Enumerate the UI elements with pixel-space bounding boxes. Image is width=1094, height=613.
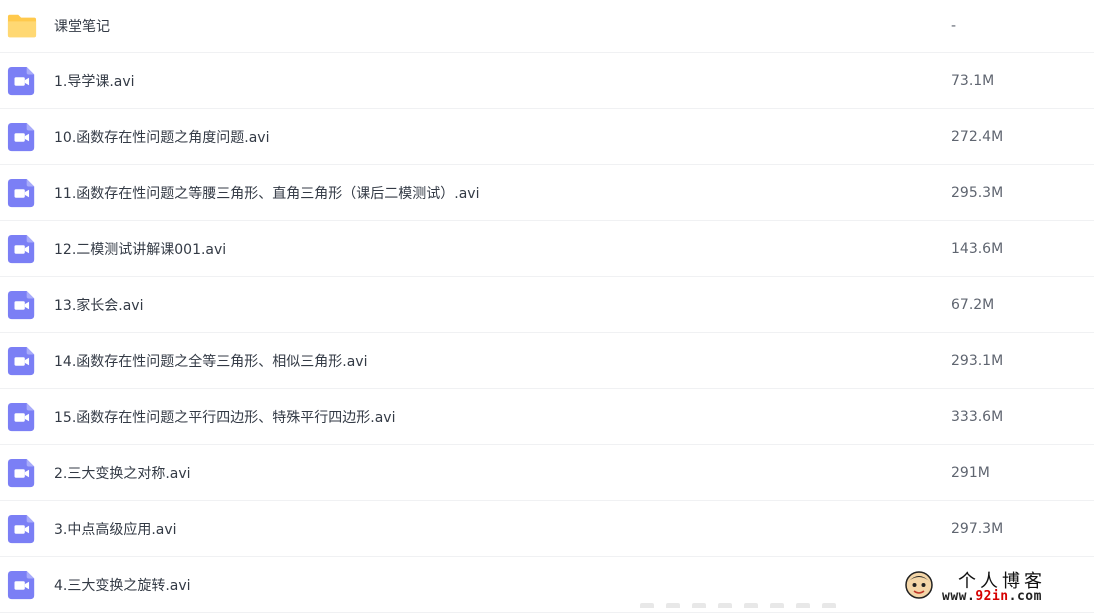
- file-size: 67.2M: [951, 296, 995, 313]
- video-file-icon: [7, 458, 35, 487]
- file-name[interactable]: 2.三大变换之对称.avi: [54, 463, 191, 483]
- video-file-icon: [7, 122, 35, 151]
- file-name[interactable]: 1.导学课.avi: [54, 71, 135, 91]
- file-row[interactable]: 13.家长会.avi 67.2M: [0, 277, 1094, 333]
- file-name[interactable]: 15.函数存在性问题之平行四边形、特殊平行四边形.avi: [54, 407, 395, 427]
- watermark-url-prefix: www.: [942, 589, 976, 604]
- watermark-url-highlight: 92in: [975, 589, 1009, 604]
- video-file-icon: [7, 66, 35, 95]
- file-size: 295.3M: [951, 184, 1004, 201]
- video-file-icon: [7, 402, 35, 431]
- watermark-url-suffix: .com: [1008, 589, 1042, 604]
- file-row[interactable]: 2.三大变换之对称.avi 291M: [0, 445, 1094, 501]
- file-row[interactable]: 14.函数存在性问题之全等三角形、相似三角形.avi 293.1M: [0, 333, 1094, 389]
- video-file-icon: [7, 178, 35, 207]
- file-size: 73.1M: [951, 72, 995, 89]
- avatar-icon: [905, 571, 933, 599]
- watermark-url: www.92in.com: [942, 589, 1042, 604]
- file-size: 297.3M: [951, 520, 1004, 537]
- file-row[interactable]: 12.二模测试讲解课001.avi 143.6M: [0, 221, 1094, 277]
- file-row[interactable]: 10.函数存在性问题之角度问题.avi 272.4M: [0, 109, 1094, 165]
- watermark: 个人博客 www.92in.com: [900, 566, 1094, 608]
- file-name[interactable]: 4.三大变换之旋转.avi: [54, 575, 191, 595]
- file-size: -: [951, 18, 957, 34]
- video-file-icon: [7, 514, 35, 543]
- video-file-icon: [7, 570, 35, 599]
- file-name[interactable]: 3.中点高级应用.avi: [54, 519, 177, 539]
- file-name[interactable]: 11.函数存在性问题之等腰三角形、直角三角形（课后二模测试）.avi: [54, 183, 479, 203]
- video-file-icon: [7, 290, 35, 319]
- file-size: 143.6M: [951, 240, 1004, 257]
- file-row[interactable]: 11.函数存在性问题之等腰三角形、直角三角形（课后二模测试）.avi 295.3M: [0, 165, 1094, 221]
- faded-decoration: [640, 598, 860, 608]
- file-name[interactable]: 10.函数存在性问题之角度问题.avi: [54, 127, 269, 147]
- file-row[interactable]: 15.函数存在性问题之平行四边形、特殊平行四边形.avi 333.6M: [0, 389, 1094, 445]
- folder-row[interactable]: 课堂笔记 -: [0, 0, 1094, 53]
- file-list: 课堂笔记 - 1.导学课.avi 73.1M 10.函数存在性问题之角度问题.avi 27…: [0, 0, 1094, 613]
- file-row[interactable]: 3.中点高级应用.avi 297.3M: [0, 501, 1094, 557]
- file-name[interactable]: 14.函数存在性问题之全等三角形、相似三角形.avi: [54, 351, 367, 371]
- file-size: 291M: [951, 464, 990, 481]
- file-size: 272.4M: [951, 128, 1004, 145]
- file-row[interactable]: 1.导学课.avi 73.1M: [0, 53, 1094, 109]
- file-size: 333.6M: [951, 408, 1004, 425]
- file-size: 293.1M: [951, 352, 1004, 369]
- file-name[interactable]: 12.二模测试讲解课001.avi: [54, 239, 226, 259]
- video-file-icon: [7, 346, 35, 375]
- file-name[interactable]: 13.家长会.avi: [54, 295, 143, 315]
- file-name[interactable]: 课堂笔记: [54, 16, 110, 36]
- video-file-icon: [7, 234, 35, 263]
- folder-icon: [7, 14, 37, 38]
